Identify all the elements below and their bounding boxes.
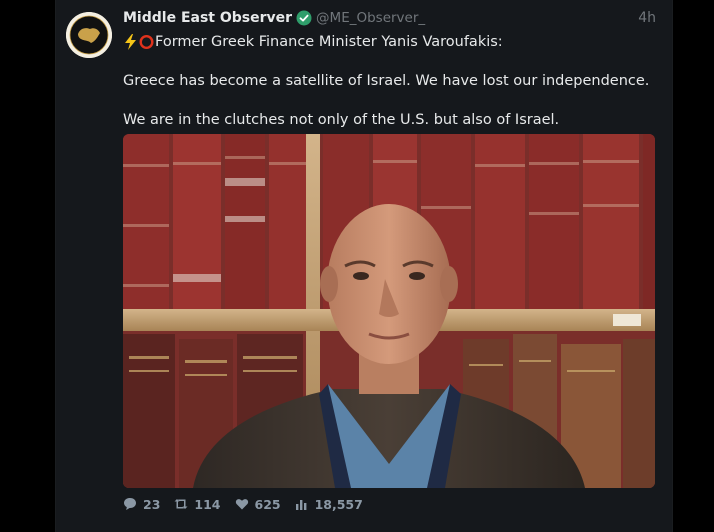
reply-button[interactable]: 23 xyxy=(123,497,160,512)
right-column-divider xyxy=(672,0,673,532)
retweet-icon xyxy=(174,499,188,509)
tweet-header: Middle East Observer @ME_Observer_ xyxy=(123,8,425,28)
avatar[interactable] xyxy=(66,12,112,58)
heart-icon xyxy=(235,499,248,510)
bar-chart-icon xyxy=(295,500,306,510)
tweet-photo[interactable] xyxy=(123,134,655,488)
tweet-text-line-1: Former Greek Finance Minister Yanis Varo… xyxy=(123,32,503,52)
views-button[interactable]: 18,557 xyxy=(295,497,363,512)
tweet-actions: 23 114 625 18,557 xyxy=(123,495,377,513)
lightning-emoji-icon xyxy=(123,34,138,50)
tweet-text-line-2: Greece has become a satellite of Israel.… xyxy=(123,73,650,89)
retweet-count: 114 xyxy=(194,496,221,512)
tweet-text-line-1-content: Former Greek Finance Minister Yanis Varo… xyxy=(155,34,503,50)
portrait-photo-icon xyxy=(123,134,655,488)
left-column-divider xyxy=(55,0,56,532)
view-count: 18,557 xyxy=(314,496,363,512)
like-count: 625 xyxy=(254,496,281,512)
author-handle[interactable]: @ME_Observer_ xyxy=(316,10,425,26)
tweet-timestamp[interactable]: 4h xyxy=(620,8,656,28)
red-circle-emoji-icon xyxy=(139,34,154,50)
retweet-button[interactable]: 114 xyxy=(174,496,221,512)
observer-logo-icon xyxy=(66,12,112,58)
reply-icon xyxy=(124,498,136,510)
reply-count: 23 xyxy=(143,496,161,512)
verified-badge-icon xyxy=(296,10,312,26)
author-name[interactable]: Middle East Observer xyxy=(123,10,292,26)
like-button[interactable]: 625 xyxy=(235,497,281,512)
tweet-text-line-3: We are in the clutches not only of the U… xyxy=(123,112,560,128)
